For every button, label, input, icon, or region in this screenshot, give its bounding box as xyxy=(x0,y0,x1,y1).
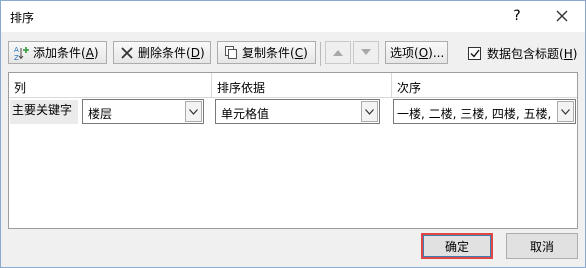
move-up-button[interactable] xyxy=(325,41,351,64)
delete-x-icon xyxy=(118,45,136,61)
title-bar: 排序 ? xyxy=(1,1,585,32)
ok-button[interactable]: 确定 xyxy=(421,233,493,259)
copy-level-suffix: ) xyxy=(303,45,308,60)
add-level-button[interactable]: A Z 添加条件(A) xyxy=(8,41,107,64)
checkbox-box xyxy=(468,47,481,60)
move-down-icon xyxy=(361,49,371,55)
move-down-button[interactable] xyxy=(353,41,379,64)
order-select-value: 一楼, 二楼, 三楼, 四楼, 五楼, 六 xyxy=(397,107,555,121)
order-header: 次序 xyxy=(397,81,422,95)
cancel-button[interactable]: 取消 xyxy=(506,233,578,259)
order-select-arrow[interactable] xyxy=(557,101,574,122)
delete-level-label: 删除条件( xyxy=(138,46,191,60)
sort-on-header: 排序依据 xyxy=(217,81,266,95)
add-level-label: 添加条件( xyxy=(33,46,86,60)
toolbar-divider xyxy=(320,42,321,66)
add-level-key: A xyxy=(85,45,94,60)
has-headers-checkbox[interactable]: 数据包含标题(H) xyxy=(468,45,577,62)
header-divider xyxy=(211,73,212,97)
copy-level-button[interactable]: 复制条件(C) xyxy=(217,41,316,64)
delete-level-key: D xyxy=(190,45,200,60)
order-select[interactable]: 一楼, 二楼, 三楼, 四楼, 五楼, 六 xyxy=(393,99,576,124)
copy-level-label: 复制条件( xyxy=(242,46,295,60)
sort-dialog: 排序 ? A Z 添加条件(A) 删除条件(D) 复制条件(C) 选项… xyxy=(0,0,586,268)
add-sort-level-icon: A Z xyxy=(13,45,31,61)
column-select[interactable]: 楼层 xyxy=(82,99,204,124)
options-key: O xyxy=(418,45,429,60)
sort-levels-grid: 列 排序依据 次序 主要关键字 楼层 单元格值 一楼, 二楼, 三楼, 四楼, … xyxy=(8,72,578,229)
copy-level-key: C xyxy=(294,45,304,60)
help-button[interactable]: ? xyxy=(504,5,530,27)
column-header: 列 xyxy=(14,81,27,95)
add-level-suffix: ) xyxy=(93,45,99,60)
column-select-arrow[interactable] xyxy=(185,101,202,122)
close-icon xyxy=(556,10,568,22)
column-select-value: 楼层 xyxy=(88,107,113,121)
chevron-down-icon xyxy=(189,108,198,115)
has-headers-key: H xyxy=(563,46,573,61)
close-button[interactable] xyxy=(549,5,575,27)
options-label: 选项( xyxy=(390,46,419,60)
delete-level-button[interactable]: 删除条件(D) xyxy=(113,41,211,64)
sort-on-select[interactable]: 单元格值 xyxy=(215,99,380,124)
sort-on-select-arrow[interactable] xyxy=(361,101,378,122)
toolbar: A Z 添加条件(A) 删除条件(D) 复制条件(C) 选项(O).… xyxy=(1,38,585,68)
checkbox-check-icon xyxy=(470,49,480,58)
svg-text:A: A xyxy=(14,46,19,54)
dialog-title: 排序 xyxy=(10,11,35,25)
has-headers-suffix: ) xyxy=(572,46,578,61)
sort-level-label: 主要关键字 xyxy=(10,100,78,124)
help-icon: ? xyxy=(513,8,521,24)
options-suffix: )... xyxy=(428,45,445,60)
chevron-down-icon xyxy=(365,108,374,115)
header-divider xyxy=(391,73,392,97)
copy-icon xyxy=(222,45,240,61)
sort-on-select-value: 单元格值 xyxy=(221,107,270,121)
has-headers-label: 数据包含标题( xyxy=(487,47,564,61)
delete-level-suffix: ) xyxy=(199,45,205,60)
svg-text:Z: Z xyxy=(14,54,19,61)
chevron-down-icon xyxy=(561,108,570,115)
move-up-icon xyxy=(333,50,343,56)
grid-header: 列 排序依据 次序 xyxy=(9,73,577,98)
options-button[interactable]: 选项(O)... xyxy=(385,41,448,64)
